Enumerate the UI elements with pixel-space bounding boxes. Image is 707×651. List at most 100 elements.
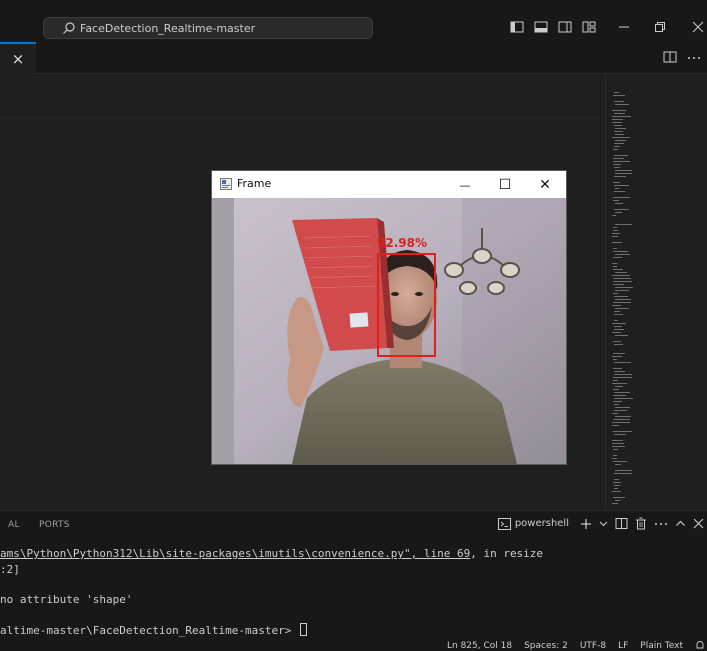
editor-tab[interactable]: × xyxy=(0,42,36,74)
minimap-line xyxy=(613,197,630,198)
minimap-line xyxy=(612,323,626,324)
minimap-line xyxy=(614,92,619,93)
more-actions-icon[interactable] xyxy=(687,50,701,64)
command-center-search[interactable]: FaceDetection_Realtime-master xyxy=(43,17,373,39)
frame-close-button[interactable]: ✕ xyxy=(525,174,565,196)
minimap-line xyxy=(612,110,626,111)
minimap-line xyxy=(615,470,632,471)
tab-close-button[interactable]: × xyxy=(12,50,25,68)
minimap-line xyxy=(615,407,630,408)
minimap-line xyxy=(613,353,625,354)
minimap-line xyxy=(612,458,617,459)
minimap-line xyxy=(613,302,631,303)
minimap-line xyxy=(612,137,630,138)
minimap-line xyxy=(613,248,617,249)
restore-icon xyxy=(655,22,665,32)
minimap-line xyxy=(612,356,622,357)
terminal-prompt-line: altime-master\FaceDetection_Realtime-mas… xyxy=(0,623,308,637)
panel-actions: powershell xyxy=(497,517,707,530)
minimap-line xyxy=(613,227,617,228)
dropdown-icon[interactable] xyxy=(599,519,608,528)
minimap-line xyxy=(613,281,632,282)
webcam-feed: 92.98% xyxy=(212,198,566,464)
language-mode[interactable]: Plain Text xyxy=(640,640,683,651)
minimap-line xyxy=(614,167,620,168)
minimap-line xyxy=(614,371,625,372)
tab-ports[interactable]: PORTS xyxy=(39,520,70,530)
minimap-line xyxy=(612,305,621,306)
minimap-line xyxy=(612,422,630,423)
window-close-button[interactable] xyxy=(686,17,707,37)
minimap-line xyxy=(613,182,620,183)
terminal-instance-selector[interactable]: powershell xyxy=(497,517,569,530)
cursor-position[interactable]: Ln 825, Col 18 xyxy=(447,640,512,651)
webcam-image: 92.98% xyxy=(212,198,566,464)
status-bar: Ln 825, Col 18 Spaces: 2 UTF-8 LF Plain … xyxy=(0,640,707,651)
minimap[interactable] xyxy=(605,74,650,510)
minimap-line xyxy=(615,170,632,171)
close-icon xyxy=(692,21,704,33)
minimap-line xyxy=(613,449,618,450)
traceback-file-link[interactable]: ams\Python\Python312\Lib\site-packages\i… xyxy=(0,547,470,560)
minimap-line xyxy=(615,290,629,291)
frame-titlebar[interactable]: Frame — ☐ ✕ xyxy=(212,171,566,198)
minimap-line xyxy=(615,203,623,204)
minimap-line xyxy=(612,263,617,264)
toggle-panel-icon[interactable] xyxy=(534,20,548,34)
close-panel-icon[interactable] xyxy=(693,518,704,529)
minimap-line xyxy=(613,377,632,378)
minimap-line xyxy=(613,149,618,150)
frame-maximize-button[interactable]: ☐ xyxy=(485,174,525,196)
frame-minimize-button[interactable]: — xyxy=(445,174,485,196)
customize-layout-icon[interactable] xyxy=(582,20,596,34)
toggle-primary-sidebar-icon[interactable] xyxy=(510,20,524,34)
minimap-line xyxy=(613,419,630,420)
title-bar: FaceDetection_Realtime-master xyxy=(0,0,707,42)
minimap-line xyxy=(612,503,618,504)
right-eye xyxy=(415,292,423,296)
minimap-line xyxy=(612,122,622,123)
editor-scrollbar[interactable] xyxy=(650,74,707,510)
minimap-line xyxy=(615,104,629,105)
layout-controls xyxy=(510,20,596,34)
breadcrumb xyxy=(0,74,600,118)
maximize-panel-icon[interactable] xyxy=(675,518,686,529)
encoding[interactable]: UTF-8 xyxy=(580,640,606,651)
tab-terminal[interactable]: AL xyxy=(8,520,20,530)
minimap-line xyxy=(612,275,630,276)
end-of-line[interactable]: LF xyxy=(618,640,628,651)
search-label: FaceDetection_Realtime-master xyxy=(80,21,256,35)
minimap-line xyxy=(613,269,623,270)
terminal-cursor xyxy=(300,623,308,636)
minimap-line xyxy=(613,401,622,402)
minimap-line xyxy=(615,299,631,300)
split-editor-icon[interactable] xyxy=(663,50,677,64)
frame-close-icon: ✕ xyxy=(539,177,551,193)
frame-window[interactable]: Frame — ☐ ✕ 92.98% xyxy=(212,171,566,464)
minimap-line xyxy=(614,362,631,363)
more-icon[interactable] xyxy=(654,518,668,530)
editor-tab-bar: × xyxy=(0,42,707,74)
minimap-line xyxy=(612,425,619,426)
minimap-line xyxy=(613,455,617,456)
vscode-window: FaceDetection_Realtime-master × Frame — … xyxy=(0,0,707,651)
minimap-line xyxy=(612,242,622,243)
minimap-line xyxy=(614,311,620,312)
minimap-line xyxy=(613,341,621,342)
minimap-line xyxy=(613,293,618,294)
minimap-line xyxy=(613,230,618,231)
minimap-line xyxy=(614,113,625,114)
minimap-line xyxy=(613,200,619,201)
kill-terminal-icon[interactable] xyxy=(635,517,647,530)
new-terminal-icon[interactable] xyxy=(580,518,592,530)
window-restore-button[interactable] xyxy=(648,17,672,37)
minimap-line xyxy=(615,464,621,465)
notifications-icon[interactable] xyxy=(695,640,705,651)
toggle-secondary-sidebar-icon[interactable] xyxy=(558,20,572,34)
terminal-icon xyxy=(497,517,511,530)
minimap-line xyxy=(613,359,617,360)
window-minimize-button[interactable] xyxy=(612,17,636,37)
indentation[interactable]: Spaces: 2 xyxy=(524,640,568,651)
minimap-line xyxy=(614,434,626,435)
split-terminal-icon[interactable] xyxy=(615,517,628,530)
